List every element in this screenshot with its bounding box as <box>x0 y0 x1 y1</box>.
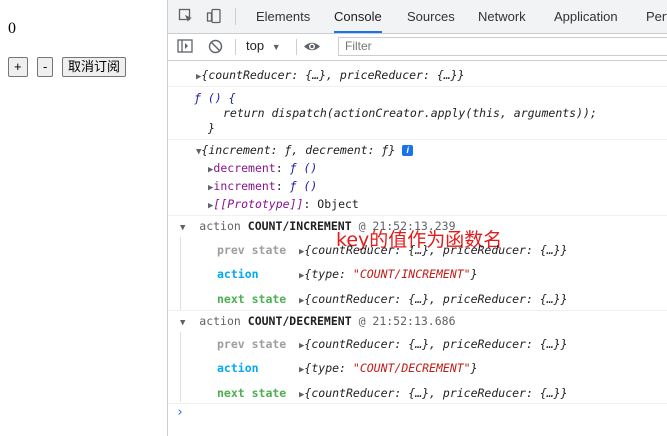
prop-key: increment <box>213 179 276 193</box>
prev-state-row[interactable]: prev state <box>217 337 286 351</box>
tab-console[interactable]: Console <box>334 0 382 33</box>
tab-separator <box>235 8 236 25</box>
prop-value: ƒ () <box>289 161 318 175</box>
group-prefix: action <box>199 314 241 328</box>
next-state-label: next state <box>217 292 287 306</box>
action-label: action <box>217 361 259 375</box>
group-prefix: action <box>199 219 241 233</box>
context-selector[interactable]: top ▼ <box>246 38 281 53</box>
state-summary: {countReducer: {…}, priceReducer: {…}} <box>201 68 465 82</box>
row-separator <box>168 215 667 216</box>
action-value[interactable]: ▶{type: "COUNT/DECREMENT"} <box>299 361 478 375</box>
console-output: ▶{countReducer: {…}, priceReducer: {…}} … <box>168 61 667 436</box>
row-separator <box>168 403 667 404</box>
app-pane: 0 + - 取消订阅 <box>0 0 167 436</box>
state-summary: {countReducer: {…}, priceReducer: {…}} <box>304 337 568 351</box>
action-pre: {type: <box>304 361 353 375</box>
action-value[interactable]: ▶{type: "COUNT/INCREMENT"} <box>299 267 478 281</box>
prop-increment[interactable]: ▶increment: ƒ () <box>208 179 317 193</box>
timestamp: @ 21:52:13.239 <box>358 219 456 233</box>
action-row[interactable]: action <box>217 361 259 375</box>
action-row[interactable]: action <box>217 267 259 281</box>
next-state-value[interactable]: ▶{countReducer: {…}, priceReducer: {…}} <box>299 292 568 306</box>
device-toolbar-icon[interactable] <box>206 8 222 28</box>
function-close: } <box>208 121 215 135</box>
console-toolbar: top ▼ Filter <box>168 34 667 61</box>
row-separator <box>168 139 667 140</box>
clear-console-icon[interactable] <box>208 39 223 58</box>
next-state-label: next state <box>217 386 287 400</box>
inspect-element-icon[interactable] <box>178 8 194 28</box>
object-summary: {increment: ƒ, decrement: ƒ} <box>201 143 396 157</box>
dropdown-arrow-icon: ▼ <box>271 42 281 52</box>
prev-state-value[interactable]: ▶{countReducer: {…}, priceReducer: {…}} <box>299 243 568 257</box>
action-type: COUNT/DECREMENT <box>247 314 352 328</box>
devtools-panel: Elements Console Sources Network Applica… <box>168 0 667 436</box>
action-type-string: "COUNT/INCREMENT" <box>352 267 471 281</box>
action-pre: {type: <box>304 267 353 281</box>
prop-key: [[Prototype]] <box>213 197 304 211</box>
toolbar-separator <box>235 39 236 55</box>
action-group-title[interactable]: ▼ action COUNT/INCREMENT @ 21:52:13.239 <box>180 219 456 233</box>
function-open: ƒ () { <box>194 91 236 105</box>
show-sidebar-icon[interactable] <box>177 39 193 58</box>
action-group-title[interactable]: ▼ action COUNT/DECREMENT @ 21:52:13.686 <box>180 314 456 328</box>
collapse-triangle-icon[interactable]: ▼ <box>180 318 185 328</box>
action-post: } <box>470 267 478 281</box>
prop-value: ƒ () <box>289 179 318 193</box>
action-type: COUNT/INCREMENT <box>247 219 352 233</box>
live-expression-eye-icon[interactable] <box>303 39 321 58</box>
tab-application[interactable]: Application <box>554 0 618 33</box>
prev-state-label: prev state <box>217 337 287 351</box>
bound-actions-object[interactable]: ▼{increment: ƒ, decrement: ƒ} i <box>196 143 414 157</box>
collapse-triangle-icon[interactable]: ▼ <box>180 223 185 233</box>
prev-state-value[interactable]: ▶{countReducer: {…}, priceReducer: {…}} <box>299 337 568 351</box>
tab-sources[interactable]: Sources <box>407 0 455 33</box>
state-summary: {countReducer: {…}, priceReducer: {…}} <box>304 292 568 306</box>
timestamp: @ 21:52:13.686 <box>358 314 456 328</box>
action-type-string: "COUNT/DECREMENT" <box>352 361 471 375</box>
increment-button[interactable]: + <box>8 57 28 77</box>
prop-value: Object <box>317 197 359 211</box>
state-summary: {countReducer: {…}, priceReducer: {…}} <box>304 386 568 400</box>
unsubscribe-button[interactable]: 取消订阅 <box>62 57 127 77</box>
group-guide <box>180 237 181 311</box>
group-guide <box>180 332 181 402</box>
tab-network[interactable]: Network <box>478 0 526 33</box>
next-state-row[interactable]: next state <box>217 386 286 400</box>
state-summary: {countReducer: {…}, priceReducer: {…}} <box>304 243 568 257</box>
log-line-state[interactable]: ▶{countReducer: {…}, priceReducer: {…}} <box>196 68 465 82</box>
function-body: return dispatch(actionCreator.apply(this… <box>223 106 597 120</box>
filter-input[interactable]: Filter <box>338 37 667 56</box>
prev-state-row[interactable]: prev state <box>217 243 286 257</box>
decrement-button[interactable]: - <box>37 57 54 77</box>
toolbar-separator <box>296 39 297 55</box>
context-label: top <box>246 38 265 53</box>
next-state-row[interactable]: next state <box>217 292 286 306</box>
console-prompt[interactable]: › <box>176 405 184 420</box>
action-label: action <box>217 267 259 281</box>
info-icon[interactable]: i <box>402 145 414 156</box>
function-line: ƒ () { <box>194 91 236 105</box>
row-separator <box>168 86 667 87</box>
next-state-value[interactable]: ▶{countReducer: {…}, priceReducer: {…}} <box>299 386 568 400</box>
row-separator <box>168 310 667 311</box>
tab-performance[interactable]: Perf <box>646 0 667 33</box>
prev-state-label: prev state <box>217 243 287 257</box>
prop-key: decrement <box>213 161 276 175</box>
count-display: 0 <box>8 20 16 37</box>
prop-prototype[interactable]: ▶[[Prototype]]: Object <box>208 197 359 211</box>
tab-elements[interactable]: Elements <box>256 0 310 33</box>
prop-decrement[interactable]: ▶decrement: ƒ () <box>208 161 317 175</box>
devtools-tabbar: Elements Console Sources Network Applica… <box>168 0 667 34</box>
action-post: } <box>470 361 478 375</box>
